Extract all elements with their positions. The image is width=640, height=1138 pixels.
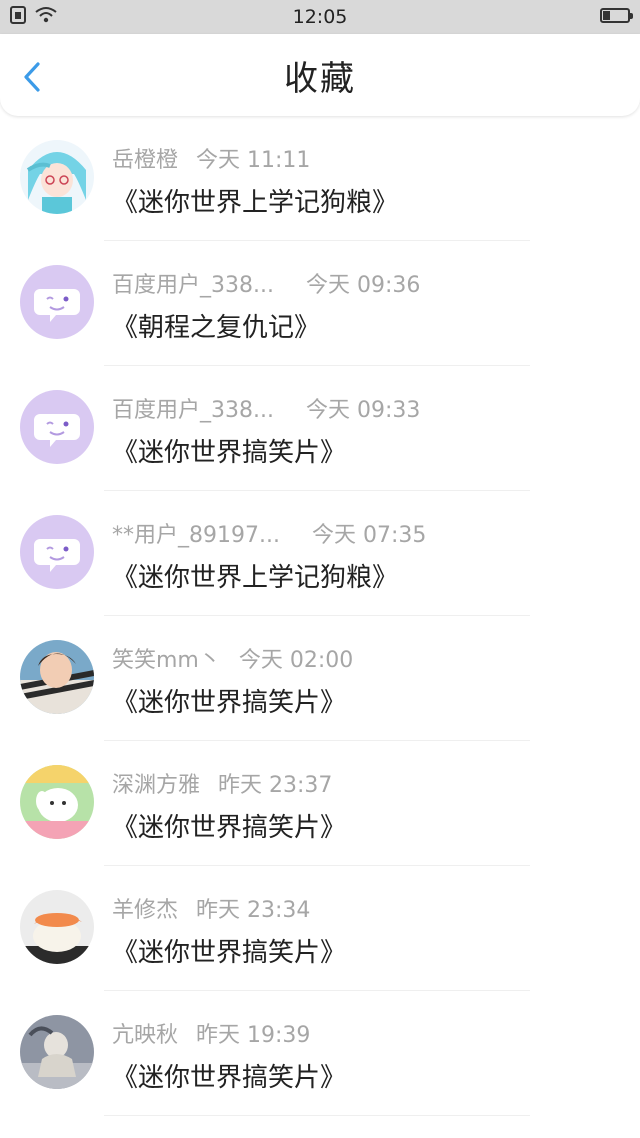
post-time: 昨天 23:37 bbox=[218, 773, 333, 798]
item-meta: 亢映秋 昨天 19:39 bbox=[112, 1017, 310, 1049]
list-item[interactable]: 深渊方雅 昨天 23:37 《迷你世界搞笑片》 bbox=[0, 741, 640, 866]
divider bbox=[104, 1115, 530, 1116]
page-title: 收藏 bbox=[284, 58, 356, 99]
avatar[interactable] bbox=[20, 890, 94, 964]
status-icons bbox=[10, 6, 58, 24]
item-meta: 羊修杰 昨天 23:34 bbox=[112, 892, 310, 924]
battery-icon bbox=[600, 8, 633, 23]
post-time: 今天 09:36 bbox=[305, 273, 421, 298]
battery-level bbox=[603, 11, 610, 20]
list-item[interactable]: **用户_89197... 今天 07:35 《迷你世界上学记狗粮》 bbox=[0, 491, 640, 616]
back-button[interactable] bbox=[18, 60, 48, 94]
item-title[interactable]: 《迷你世界搞笑片》 bbox=[112, 1057, 346, 1094]
item-title[interactable]: 《迷你世界搞笑片》 bbox=[112, 432, 346, 469]
header: 收藏 bbox=[0, 34, 640, 116]
item-meta: 笑笑mm丶 今天 02:00 bbox=[112, 642, 353, 674]
avatar[interactable] bbox=[20, 765, 94, 839]
item-title[interactable]: 《朝程之复仇记》 bbox=[112, 307, 320, 344]
status-bar: 12:05 bbox=[0, 0, 640, 34]
photo-avatar-icon bbox=[20, 640, 94, 714]
item-meta: 百度用户_338... 今天 09:33 bbox=[112, 392, 420, 424]
avatar[interactable] bbox=[20, 390, 94, 464]
item-title[interactable]: 《迷你世界搞笑片》 bbox=[112, 807, 346, 844]
item-meta: **用户_89197... 今天 07:35 bbox=[112, 517, 426, 549]
user-name[interactable]: 亢映秋 bbox=[112, 1023, 178, 1048]
post-time: 昨天 23:34 bbox=[196, 898, 311, 923]
status-time: 12:05 bbox=[292, 6, 348, 28]
user-name[interactable]: 百度用户_338... bbox=[112, 273, 274, 298]
default-chat-avatar-icon bbox=[20, 390, 94, 464]
item-meta: 岳橙橙 今天 11:11 bbox=[112, 142, 310, 174]
avatar[interactable] bbox=[20, 640, 94, 714]
sim-icon bbox=[10, 6, 26, 24]
post-time: 昨天 19:39 bbox=[196, 1023, 311, 1048]
user-name[interactable]: 羊修杰 bbox=[112, 898, 178, 923]
post-time: 今天 07:35 bbox=[311, 523, 427, 548]
item-title[interactable]: 《迷你世界搞笑片》 bbox=[112, 932, 346, 969]
chevron-left-icon bbox=[24, 62, 40, 92]
anime-girl-avatar-icon bbox=[20, 140, 94, 214]
user-name[interactable]: 百度用户_338... bbox=[112, 398, 274, 423]
list-item[interactable]: 羊修杰 昨天 23:34 《迷你世界搞笑片》 bbox=[0, 866, 640, 991]
cartoon-avatar-icon bbox=[20, 765, 94, 839]
list-item[interactable]: 百度用户_338... 今天 09:36 《朝程之复仇记》 bbox=[0, 241, 640, 366]
food-avatar-icon bbox=[20, 890, 94, 964]
list-item[interactable]: 笑笑mm丶 今天 02:00 《迷你世界搞笑片》 bbox=[0, 616, 640, 741]
favorites-list: 岳橙橙 今天 11:11 《迷你世界上学记狗粮》 百度用户_338... 今天 09… bbox=[0, 116, 640, 1116]
user-name[interactable]: **用户_89197... bbox=[112, 523, 280, 548]
user-name[interactable]: 深渊方雅 bbox=[112, 773, 200, 798]
list-item[interactable]: 岳橙橙 今天 11:11 《迷你世界上学记狗粮》 bbox=[0, 116, 640, 241]
item-title[interactable]: 《迷你世界上学记狗粮》 bbox=[112, 182, 398, 219]
item-meta: 百度用户_338... 今天 09:36 bbox=[112, 267, 420, 299]
post-time: 今天 02:00 bbox=[238, 648, 354, 673]
avatar[interactable] bbox=[20, 265, 94, 339]
item-title[interactable]: 《迷你世界搞笑片》 bbox=[112, 682, 346, 719]
item-meta: 深渊方雅 昨天 23:37 bbox=[112, 767, 332, 799]
avatar[interactable] bbox=[20, 1015, 94, 1089]
avatar[interactable] bbox=[20, 515, 94, 589]
user-name[interactable]: 笑笑mm丶 bbox=[112, 648, 221, 673]
default-chat-avatar-icon bbox=[20, 515, 94, 589]
item-title[interactable]: 《迷你世界上学记狗粮》 bbox=[112, 557, 398, 594]
wifi-icon bbox=[35, 7, 57, 23]
avatar[interactable] bbox=[20, 140, 94, 214]
figure-avatar-icon bbox=[20, 1015, 94, 1089]
post-time: 今天 11:11 bbox=[196, 148, 311, 173]
list-item[interactable]: 百度用户_338... 今天 09:33 《迷你世界搞笑片》 bbox=[0, 366, 640, 491]
user-name[interactable]: 岳橙橙 bbox=[112, 148, 178, 173]
list-item[interactable]: 亢映秋 昨天 19:39 《迷你世界搞笑片》 bbox=[0, 991, 640, 1116]
default-chat-avatar-icon bbox=[20, 265, 94, 339]
post-time: 今天 09:33 bbox=[305, 398, 421, 423]
